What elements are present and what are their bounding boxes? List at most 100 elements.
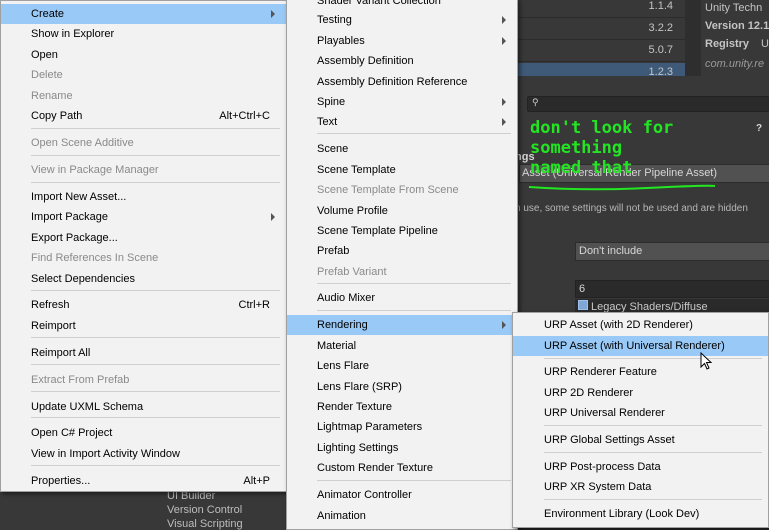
scrollbar[interactable] (685, 0, 701, 76)
context-menu-item[interactable]: Import Package (1, 207, 286, 227)
context-menu-item[interactable]: Import New Asset... (1, 187, 286, 207)
context-menu-item: Rename (1, 86, 286, 106)
rendering-menu-item[interactable]: URP 2D Renderer (513, 383, 768, 403)
menu-separator (31, 155, 280, 156)
create-menu-item[interactable]: Assembly Definition (287, 51, 517, 71)
context-menu-item-label: Refresh (31, 299, 70, 311)
context-menu-item-label: Update UXML Schema (31, 401, 144, 413)
create-menu-item[interactable]: Lens Flare (SRP) (287, 377, 517, 397)
rendering-menu-item[interactable]: URP Universal Renderer (513, 403, 768, 423)
package-row[interactable]: 3.2.2 (515, 19, 685, 40)
create-menu-item[interactable]: Animator Controller (287, 485, 517, 505)
rendering-menu-item[interactable]: URP Asset (with Universal Renderer) (513, 336, 768, 356)
rendering-menu-item-label: URP XR System Data (544, 481, 652, 493)
context-menu-item-label: Open C# Project (31, 427, 113, 439)
package-row[interactable]: 1.1.4 (515, 0, 685, 18)
context-menu-item[interactable]: Create (1, 4, 286, 24)
create-menu-item[interactable]: Volume Profile (287, 201, 517, 221)
create-menu-item[interactable]: Scene Template Pipeline (287, 221, 517, 241)
package-version: 3.2.2 (648, 22, 673, 34)
package-list-panel: 1.1.4 3.2.2 5.0.7 1.2.3 Unity Techn Vers… (515, 0, 769, 84)
menu-separator (31, 417, 280, 418)
create-menu-item[interactable]: Rendering (287, 315, 517, 335)
create-menu-item[interactable]: Testing (287, 10, 517, 30)
create-menu-item[interactable]: Text (287, 112, 517, 132)
context-menu-item-label: Open Scene Additive (31, 137, 134, 149)
context-menu-item: Extract From Prefab (1, 370, 286, 390)
inspector-search-input[interactable]: ⚲ (527, 96, 769, 112)
package-row[interactable]: 5.0.7 (515, 41, 685, 62)
create-menu-item[interactable]: Prefab (287, 241, 517, 261)
create-menu-item-label: Assembly Definition (317, 55, 414, 67)
context-menu-item[interactable]: View in Import Activity Window (1, 444, 286, 464)
create-menu-item[interactable]: Assembly Definition Reference (287, 72, 517, 92)
create-menu-item-label: Render Texture (317, 401, 393, 413)
rendering-menu-item[interactable]: URP Asset (with 2D Renderer) (513, 315, 768, 335)
create-menu-item[interactable]: Spine (287, 92, 517, 112)
create-menu-item[interactable]: Lightmap Parameters (287, 417, 517, 437)
context-menu-item[interactable]: Select Dependencies (1, 269, 286, 289)
create-menu-item[interactable]: Scene (287, 139, 517, 159)
rendering-menu-item[interactable]: URP Global Settings Asset (513, 430, 768, 450)
rendering-menu-item[interactable]: URP Renderer Feature (513, 362, 768, 382)
create-menu-item[interactable]: Audio Mixer (287, 288, 517, 308)
context-menu-item-label: View in Package Manager (31, 164, 159, 176)
chevron-right-icon (502, 16, 506, 24)
menu-separator (544, 425, 762, 426)
create-menu-item: Scene Template From Scene (287, 180, 517, 200)
rendering-menu-item[interactable]: URP Post-process Data (513, 457, 768, 477)
context-menu-item-label: Reimport All (31, 347, 91, 359)
context-menu-item[interactable]: Reimport (1, 316, 286, 336)
menu-separator (544, 452, 762, 453)
context-menu-item[interactable]: Open C# Project (1, 423, 286, 443)
create-menu-item[interactable]: Scene Template (287, 160, 517, 180)
context-menu-item[interactable]: Open (1, 45, 286, 65)
shader-icon (578, 300, 588, 310)
create-menu-item[interactable]: Animation (287, 506, 517, 526)
context-menu-item[interactable]: Show in Explorer (1, 24, 286, 44)
package-id: com.unity.re (705, 58, 765, 70)
include-dropdown[interactable]: Don't include (575, 242, 769, 261)
context-menu-item[interactable]: Refresh Ctrl+R (1, 295, 286, 315)
rendering-menu-item[interactable]: URP XR System Data (513, 477, 768, 497)
menu-separator (317, 310, 511, 311)
create-menu-item[interactable]: Material (287, 336, 517, 356)
create-menu-item-label: Scene Template Pipeline (317, 225, 438, 237)
context-menu-item[interactable]: Copy Path Alt+Ctrl+C (1, 106, 286, 126)
create-menu-item[interactable]: Render Texture (287, 397, 517, 417)
context-menu-item[interactable]: Reimport All (1, 343, 286, 363)
chevron-right-icon (271, 213, 275, 221)
menu-separator (31, 337, 280, 338)
context-menu-item-label: Rename (31, 90, 73, 102)
chevron-right-icon (502, 321, 506, 329)
create-menu-item[interactable]: Playables (287, 31, 517, 51)
chevron-right-icon (502, 118, 506, 126)
context-menu-item: Find References In Scene (1, 248, 286, 268)
create-menu-item-label: Rendering (317, 319, 368, 331)
chevron-right-icon (502, 37, 506, 45)
context-menu-item-label: Show in Explorer (31, 28, 115, 40)
annotation-line: named that (530, 158, 633, 178)
context-menu-item-label: Open (31, 49, 58, 61)
create-menu-item[interactable]: Lighting Settings (287, 438, 517, 458)
registry-value: U (761, 38, 769, 50)
context-menu-item[interactable]: Properties... Alt+P (1, 471, 286, 491)
annotation-text: don't look for something named that (530, 118, 765, 178)
shortcut-label: Ctrl+R (238, 299, 270, 311)
rendering-menu-item-label: URP Asset (with 2D Renderer) (544, 319, 693, 331)
context-menu-item: View in Package Manager (1, 160, 286, 180)
context-menu-item[interactable]: Export Package... (1, 228, 286, 248)
create-menu-item-label: Playables (317, 35, 365, 47)
number-field[interactable]: 6 (575, 280, 769, 298)
context-menu-item[interactable]: Update UXML Schema (1, 397, 286, 417)
list-item[interactable]: Version Control (167, 504, 242, 516)
context-menu-item-label: Delete (31, 69, 63, 81)
create-menu-item-label: Lighting Settings (317, 442, 399, 454)
package-version: 1.1.4 (648, 0, 673, 12)
inspector-panel: ⚲ ? ngs Asset (Universal Render Pipeline… (515, 76, 769, 316)
list-item[interactable]: Visual Scripting (167, 518, 243, 530)
rendering-menu-item-label: Environment Library (Look Dev) (544, 508, 700, 520)
create-menu-item[interactable]: Custom Render Texture (287, 458, 517, 478)
rendering-menu-item[interactable]: Environment Library (Look Dev) (513, 504, 768, 524)
create-menu-item[interactable]: Lens Flare (287, 356, 517, 376)
